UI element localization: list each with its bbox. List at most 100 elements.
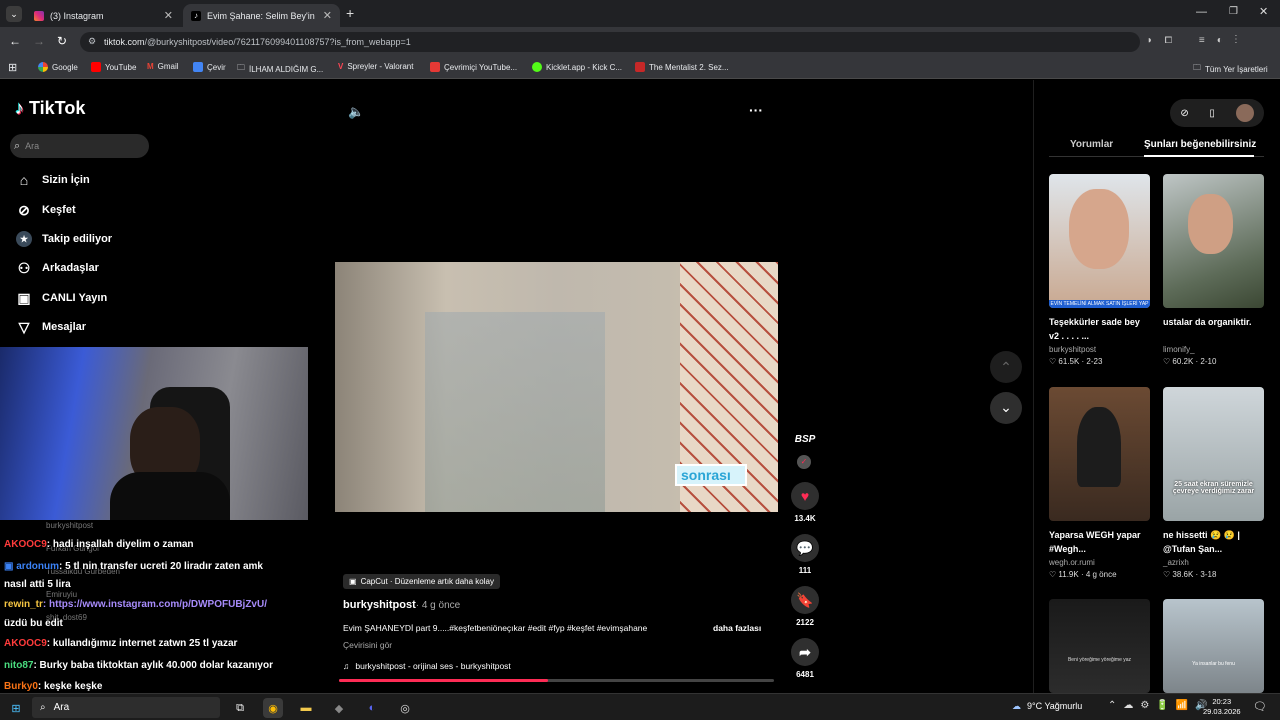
- task-view-icon[interactable]: ⧉: [230, 698, 250, 718]
- profile-avatar[interactable]: [1235, 104, 1254, 122]
- sound-line[interactable]: ♫ burkyshitpost - orijinal ses - burkyshi…: [343, 661, 511, 671]
- sidebar-item-for-you[interactable]: ⌂ Sizin İçin: [16, 172, 90, 188]
- tab-search-button[interactable]: ⌄: [6, 6, 22, 22]
- next-video-button[interactable]: ⌄: [990, 392, 1022, 424]
- tiktok-icon: ♪: [191, 10, 201, 21]
- card-thumbnail: Beni yöreğime yöreğime yaz: [1049, 599, 1150, 693]
- tiktok-logo[interactable]: ♪ TikTok: [15, 98, 85, 119]
- bookmark-folder[interactable]: 🗀 İLHAM ALDIĞIM G...: [237, 62, 323, 76]
- chrome-icon[interactable]: ◉: [263, 698, 283, 718]
- tab-comments[interactable]: Yorumlar: [1070, 139, 1113, 150]
- sidebar-item-live[interactable]: ▣ CANLI Yayın: [16, 290, 107, 306]
- phone-icon[interactable]: ▯: [1209, 108, 1215, 119]
- kick-icon: [532, 62, 542, 72]
- chat-link[interactable]: : https://www.instagram.com/p/DWPOFUBjZv…: [43, 599, 267, 610]
- reload-icon[interactable]: ↻: [57, 34, 67, 48]
- video-card[interactable]: ustalar da organiktir. limonify_ ♡ 60.2K…: [1163, 174, 1264, 366]
- video-window: [425, 312, 605, 512]
- share-button[interactable]: ➦ 6481: [790, 638, 820, 679]
- bookmark-youtube-converter[interactable]: Çevrimiçi YouTube...: [430, 62, 517, 72]
- close-icon[interactable]: ✕: [164, 9, 173, 22]
- video-card[interactable]: Ya insanlar bu fenu: [1163, 599, 1264, 693]
- chat-user: nito87: [4, 660, 34, 671]
- previous-video-button[interactable]: ⌃: [990, 351, 1022, 383]
- taskbar-search[interactable]: ⌕ Ara: [32, 697, 220, 718]
- file-explorer-icon[interactable]: ▬: [296, 698, 316, 718]
- bookmark-translate[interactable]: Çevir: [193, 62, 226, 72]
- video-card[interactable]: Yaparsa WEGH yapar #Wegh... wegh.or.rumi…: [1049, 387, 1150, 579]
- search-input[interactable]: ⌕ Ara: [10, 134, 149, 158]
- clock[interactable]: 20:23 29.03.2026: [1203, 697, 1241, 717]
- video-author[interactable]: burkyshitpost: [343, 599, 416, 611]
- google-icon: [38, 62, 48, 72]
- clock-time: 20:23: [1212, 697, 1232, 706]
- site-info-icon[interactable]: ⚙: [88, 36, 96, 47]
- apps-icon[interactable]: ⊞: [8, 61, 17, 74]
- comment-button[interactable]: 💬 111: [790, 534, 820, 575]
- close-icon[interactable]: ✕: [323, 9, 332, 22]
- tab-tiktok[interactable]: ♪ Evim Şahane: Selim Bey'in Dönü ✕: [183, 4, 340, 27]
- translate-link[interactable]: Çevirisini gör: [343, 640, 392, 650]
- bookmark-kicklet[interactable]: Kicklet.app - Kick C...: [532, 62, 622, 72]
- bookmark-valorant[interactable]: V Spreyler - Valorant: [338, 62, 413, 71]
- video-player[interactable]: sonrası: [335, 262, 778, 512]
- card-meta: ♡ 60.2K · 2-10: [1163, 357, 1217, 366]
- app-icon[interactable]: ◆: [329, 698, 349, 718]
- bookmark-label: Gmail: [157, 62, 179, 71]
- close-window-button[interactable]: ✕: [1259, 5, 1268, 18]
- author-avatar[interactable]: BSP: [790, 434, 820, 456]
- bookmark-label: The Mentalist 2. Sez...: [649, 62, 729, 72]
- sidebar-item-following[interactable]: ★ Takip ediliyor: [16, 231, 112, 247]
- bookmark-google[interactable]: Google: [38, 62, 78, 72]
- heart-outline-icon: ♡: [1049, 357, 1059, 366]
- tray-icons[interactable]: ⌃☁⚙🔋📶🔊: [1108, 700, 1215, 711]
- video-progress-track[interactable]: [339, 679, 774, 682]
- restore-button[interactable]: ❐: [1229, 6, 1238, 17]
- chat-message: ▣ ardonum: 5 tl nin transfer ucreti 20 l…: [4, 561, 263, 572]
- card-thumbnail-text: Beni yöreğime yöreğime yaz: [1067, 657, 1132, 663]
- compass-icon[interactable]: ⊘: [1180, 108, 1188, 119]
- url-bar[interactable]: ⚙ tiktok.com/@burkyshitpost/video/762117…: [80, 32, 1140, 52]
- video-card[interactable]: EVİN TEMELİNİ ALMAK SATIN İŞLERİ YAP Teş…: [1049, 174, 1150, 366]
- save-button[interactable]: 🔖 2122: [790, 586, 820, 627]
- card-thumbnail-text: EVİN TEMELİNİ ALMAK SATIN İŞLERİ YAP: [1049, 300, 1150, 308]
- card-thumbnail-text: 25 saat ekran süremizle çevreye verdiğim…: [1172, 481, 1255, 495]
- more-options-icon[interactable]: ···: [749, 102, 763, 118]
- bookmarks-bar: ⊞ Google YouTube M Gmail Çevir 🗀 İLHAM ALD…: [0, 57, 1280, 79]
- comment-icon: 💬: [791, 534, 819, 562]
- card-author: wegh.or.rumi: [1049, 558, 1095, 567]
- start-button[interactable]: ⊞: [6, 698, 26, 718]
- video-card[interactable]: Beni yöreğime yöreğime yaz: [1049, 599, 1150, 693]
- sidebar-item-messages[interactable]: ▽ Mesajlar: [16, 319, 86, 335]
- more-link[interactable]: daha fazlası: [713, 623, 761, 633]
- tab-recommended[interactable]: Şunları beğenebilirsiniz: [1144, 139, 1256, 150]
- volume-icon[interactable]: 🔈: [348, 104, 364, 120]
- video-caption-overlay: sonrası: [675, 464, 747, 486]
- video-card[interactable]: 25 saat ekran süremizle çevreye verdiğim…: [1163, 387, 1264, 579]
- tab-instagram[interactable]: (3) Instagram ✕: [26, 4, 181, 27]
- bookmark-label: Çevir: [207, 62, 226, 72]
- notification-icon[interactable]: 🗨: [1253, 700, 1267, 713]
- new-tab-button[interactable]: +: [346, 5, 354, 21]
- like-button[interactable]: ♥ 13.4K: [790, 482, 820, 523]
- sidebar-item-label: Takip ediliyor: [42, 233, 113, 245]
- card-title: Teşekkürler sade bey v2 . . . . ...: [1049, 317, 1140, 341]
- youtube-icon: [91, 62, 101, 72]
- obs-icon[interactable]: ◎: [395, 698, 415, 718]
- weather-widget[interactable]: ☁ 9°C Yağmurlu: [1012, 701, 1082, 712]
- sidebar-item-label: Arkadaşlar: [42, 262, 99, 274]
- card-face: [1069, 189, 1129, 269]
- forward-icon[interactable]: →: [33, 34, 45, 48]
- sidebar-item-friends[interactable]: ⚇ Arkadaşlar: [16, 260, 99, 276]
- bookmark-mentalist[interactable]: The Mentalist 2. Sez...: [635, 62, 729, 72]
- chat-user: Burky0: [4, 681, 38, 692]
- bookmark-youtube[interactable]: YouTube: [91, 62, 136, 72]
- bookmark-gmail[interactable]: M Gmail: [147, 62, 179, 71]
- discord-icon[interactable]: ◐: [362, 698, 382, 718]
- back-icon[interactable]: ←: [9, 34, 21, 48]
- capcut-badge[interactable]: ▣ CapCut · Düzenleme artık daha kolay: [343, 574, 500, 589]
- all-bookmarks[interactable]: 🗀 Tüm Yer İşaretleri: [1193, 62, 1268, 76]
- minimize-button[interactable]: —: [1196, 6, 1207, 18]
- sidebar-item-explore[interactable]: ⊘ Keşfet: [16, 202, 76, 218]
- follow-check-icon[interactable]: ✓: [797, 455, 811, 469]
